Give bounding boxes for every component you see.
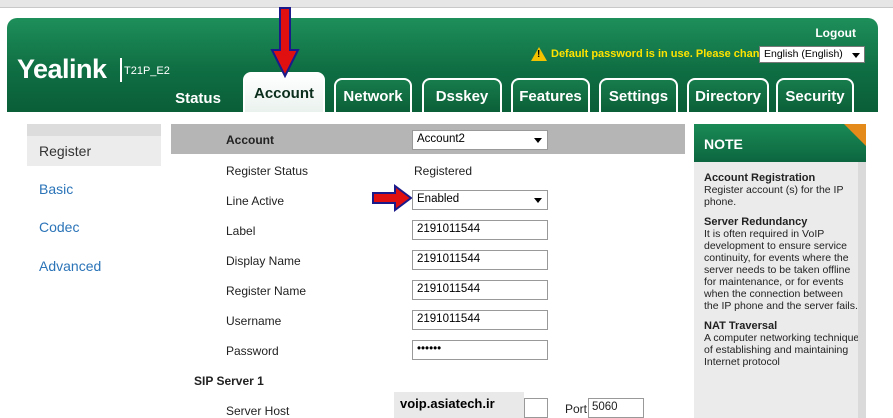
note-corner-icon (844, 124, 866, 146)
window-top-edge (0, 0, 893, 8)
sidebar-item-register[interactable]: Register (27, 124, 161, 166)
register-name-label: Register Name (226, 284, 307, 298)
username-input[interactable]: 2191011544 (412, 310, 548, 330)
account-select[interactable]: Account2 (412, 130, 548, 150)
web-ui-frame: Yealink T21P_E2 Logout ! Default passwor… (0, 0, 893, 418)
label-input[interactable]: 2191011544 (412, 220, 548, 240)
model-label: T21P_E2 (124, 65, 170, 77)
tab-features[interactable]: Features (511, 78, 590, 112)
warning-text: Default password is in use. Please chang… (551, 48, 776, 60)
port-value: 5060 (592, 401, 618, 413)
sidebar-item-advanced[interactable]: Advanced (27, 251, 161, 281)
server-host-input-edge (524, 398, 548, 418)
tab-dsskey-label: Dsskey (435, 87, 489, 105)
tab-security[interactable]: Security (776, 78, 854, 112)
tab-settings[interactable]: Settings (599, 78, 678, 112)
server-host-input[interactable]: voip.asiatech.ir (394, 392, 524, 418)
note-section-title: NAT Traversal (704, 320, 778, 332)
sidebar-item-label: Advanced (39, 258, 102, 274)
warning-icon: ! (531, 47, 547, 61)
sidebar-item-basic[interactable]: Basic (27, 174, 161, 204)
sidebar-item-label: Basic (39, 181, 74, 197)
sidebar-item-codec[interactable]: Codec (27, 212, 161, 242)
logout-link[interactable]: Logout (815, 26, 856, 40)
label-field-label: Label (226, 224, 256, 238)
brand-divider (120, 58, 122, 82)
username-label: Username (226, 314, 282, 328)
username-value: 2191011544 (417, 313, 481, 325)
sip-server-heading: SIP Server 1 (194, 374, 264, 388)
language-value: English (English) (764, 48, 843, 60)
tab-settings-label: Settings (608, 87, 669, 105)
note-section-text: Register account (s) for the IP phone. (704, 184, 844, 208)
line-active-value: Enabled (417, 193, 460, 205)
note-body: Account Registration Register account (s… (704, 172, 860, 368)
server-host-label: Server Host (226, 404, 290, 418)
note-section-text: It is often required in VoIP development… (704, 228, 858, 312)
note-scrollbar[interactable] (858, 162, 866, 418)
register-status-value: Registered (414, 164, 473, 178)
server-host-value: voip.asiatech.ir (400, 396, 495, 411)
chevron-down-icon (534, 198, 542, 203)
note-heading-text: NOTE (704, 136, 743, 152)
display-name-value: 2191011544 (417, 253, 481, 265)
password-warning: ! Default password is in use. Please cha… (531, 46, 776, 62)
tab-status-label: Status (175, 89, 221, 107)
note-section-title: Account Registration (704, 172, 816, 184)
line-active-select[interactable]: Enabled (412, 190, 548, 210)
tab-network[interactable]: Network (334, 78, 412, 112)
tab-directory[interactable]: Directory (687, 78, 769, 112)
tab-security-label: Security (785, 87, 845, 105)
tab-status[interactable]: Status (166, 84, 230, 112)
port-label: Port (565, 402, 588, 416)
chevron-down-icon (534, 138, 542, 143)
annotation-arrow-down-icon (270, 7, 300, 78)
account-label: Account (226, 133, 274, 147)
password-value: •••••• (417, 343, 442, 355)
tab-features-label: Features (519, 87, 582, 105)
note-panel: NOTE Account Registration Register accou… (694, 124, 866, 418)
register-name-value: 2191011544 (417, 283, 481, 295)
annotation-arrow-right-icon (372, 184, 413, 212)
label-input-value: 2191011544 (417, 223, 481, 235)
tab-network-label: Network (343, 87, 403, 105)
note-heading: NOTE (694, 124, 866, 162)
tab-account-label: Account (254, 84, 314, 102)
chevron-down-icon (852, 53, 860, 58)
sidebar-item-label: Register (39, 143, 92, 159)
display-name-label: Display Name (226, 254, 301, 268)
port-input[interactable]: 5060 (588, 398, 644, 418)
language-select[interactable]: English (English) (759, 46, 865, 63)
tab-account[interactable]: Account (243, 72, 325, 112)
brand-logo: Yealink (17, 54, 107, 84)
account-select-value: Account2 (417, 133, 465, 145)
line-active-label: Line Active (226, 194, 285, 208)
register-name-input[interactable]: 2191011544 (412, 280, 548, 300)
note-section-title: Server Redundancy (704, 216, 808, 228)
sidebar-item-label: Codec (39, 219, 80, 235)
tab-dsskey[interactable]: Dsskey (422, 78, 502, 112)
display-name-input[interactable]: 2191011544 (412, 250, 548, 270)
sidebar: Register Basic Codec Advanced (27, 124, 161, 418)
password-input[interactable]: •••••• (412, 340, 548, 360)
note-section-text: A computer networking technique of estab… (704, 332, 860, 368)
tab-directory-label: Directory (695, 87, 761, 105)
password-label: Password (226, 344, 279, 358)
register-status-label: Register Status (226, 164, 309, 178)
